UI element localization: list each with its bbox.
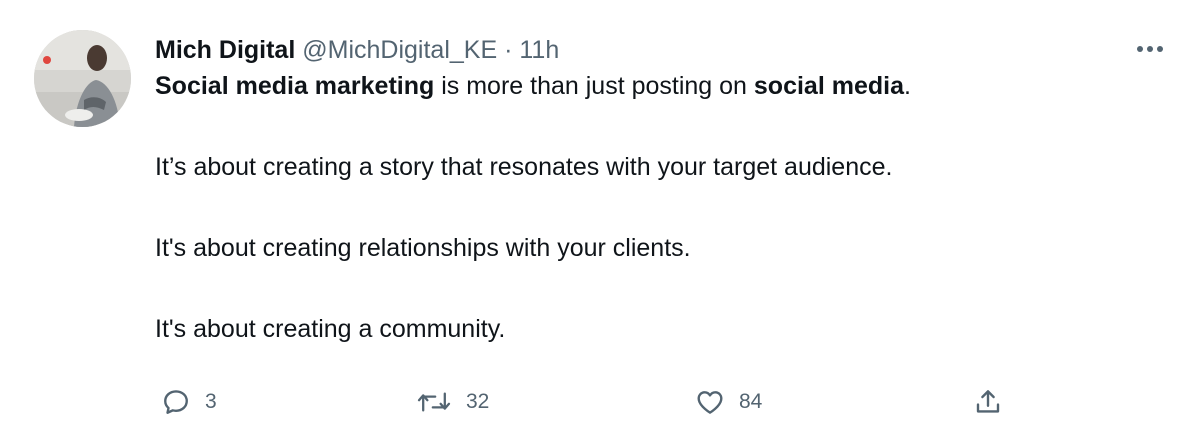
bold-phrase: Social media marketing — [155, 72, 435, 100]
tweet-text: Social media marketing is more than just… — [155, 68, 1135, 347]
tweet-header: Mich Digital @MichDigital_KE · 11h — [155, 32, 1135, 68]
reply-button[interactable]: 3 — [161, 382, 217, 422]
retweet-arrows-icon — [417, 392, 451, 412]
tweet-actions: 3 32 84 — [155, 382, 1025, 422]
tweet-paragraph: It's about creating a community. — [155, 315, 506, 343]
more-horizontal-icon — [1137, 46, 1163, 52]
tweet-paragraph: It's about creating relationships with y… — [155, 234, 691, 262]
avatar[interactable] — [34, 30, 131, 127]
text-segment: is more than just posting on — [434, 72, 754, 100]
heart-icon — [697, 391, 723, 414]
share-button[interactable] — [973, 382, 1003, 422]
text-segment: . — [903, 72, 911, 100]
retweet-button[interactable]: 32 — [416, 382, 489, 422]
bold-phrase: social media — [753, 72, 904, 100]
tweet-card[interactable]: Mich Digital @MichDigital_KE · 11h Socia… — [0, 0, 1200, 443]
like-count: 84 — [739, 390, 763, 413]
tweet-paragraph: Social media marketing is more than just… — [155, 68, 1135, 104]
share-upload-icon — [976, 390, 1000, 413]
like-button[interactable]: 84 — [695, 382, 762, 422]
tweet-content: Mich Digital @MichDigital_KE · 11h Socia… — [155, 32, 1135, 347]
author-handle[interactable]: @MichDigital_KE — [302, 36, 497, 64]
header-separator: · — [504, 36, 513, 64]
speech-bubble-icon — [164, 390, 188, 414]
tweet-timestamp[interactable]: 11h — [519, 36, 559, 64]
more-options-button[interactable] — [1130, 34, 1170, 64]
avatar-photo — [34, 30, 131, 127]
tweet-paragraph: It’s about creating a story that resonat… — [155, 153, 893, 181]
retweet-count: 32 — [466, 390, 490, 413]
reply-count: 3 — [205, 390, 217, 413]
author-name[interactable]: Mich Digital — [155, 36, 295, 64]
